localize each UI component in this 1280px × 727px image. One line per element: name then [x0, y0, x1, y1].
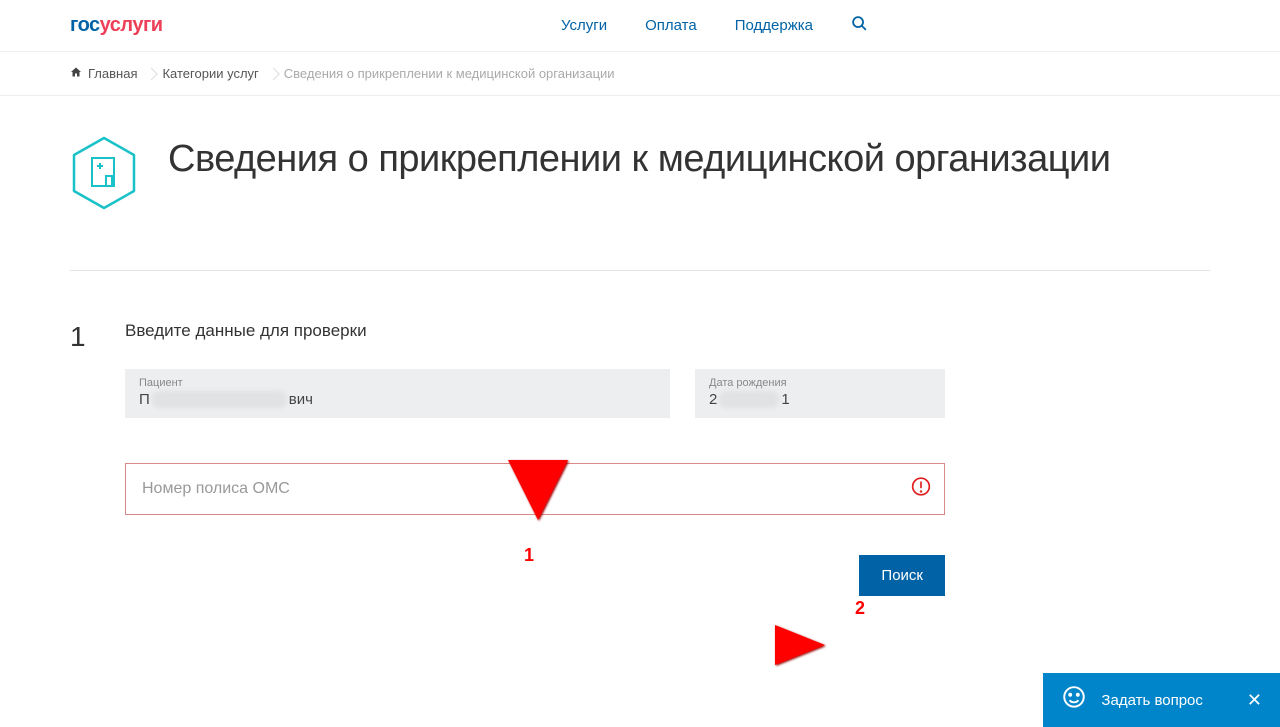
dob-field: Дата рождения 2xxxxxxxx1	[695, 369, 945, 418]
search-icon[interactable]	[851, 15, 868, 37]
dob-redacted: xxxxxxxx	[719, 391, 779, 408]
home-icon	[70, 66, 82, 81]
crumb-categories-label: Категории услуг	[162, 66, 258, 81]
crumb-categories[interactable]: Категории услуг	[162, 66, 283, 81]
button-row: Поиск	[125, 555, 945, 596]
content: Сведения о прикреплении к медицинской ор…	[0, 96, 1280, 656]
nav-payment[interactable]: Оплата	[645, 17, 697, 34]
logo[interactable]: госуслуги	[70, 14, 163, 37]
readonly-fields: Пациент Пxxxxxxxxxxxxxxxxxxвич Дата рожд…	[125, 369, 945, 418]
patient-redacted: xxxxxxxxxxxxxxxxxx	[152, 391, 287, 408]
close-icon[interactable]: ✕	[1247, 690, 1262, 711]
oms-input-wrap	[125, 463, 945, 515]
service-icon	[70, 136, 138, 210]
breadcrumbs: Главная Категории услуг Сведения о прикр…	[0, 52, 1280, 96]
crumb-current: Сведения о прикреплении к медицинской ор…	[284, 66, 640, 81]
nav-support[interactable]: Поддержка	[735, 17, 813, 34]
step-title: Введите данные для проверки	[125, 321, 945, 341]
logo-part-gos: гос	[70, 14, 100, 36]
dob-suffix: 1	[781, 391, 789, 408]
nav-services[interactable]: Услуги	[561, 17, 607, 34]
step-1: 1 Введите данные для проверки Пациент Пx…	[70, 321, 1210, 596]
crumb-current-label: Сведения о прикреплении к медицинской ор…	[284, 66, 615, 81]
dob-label: Дата рождения	[709, 377, 931, 389]
error-icon	[911, 477, 931, 502]
crumb-home-label: Главная	[88, 66, 137, 81]
search-button[interactable]: Поиск	[859, 555, 945, 596]
ask-question-label: Задать вопрос	[1101, 692, 1202, 709]
patient-suffix: вич	[289, 391, 313, 408]
logo-part-uslugi: услуги	[100, 14, 163, 36]
patient-value: Пxxxxxxxxxxxxxxxxxxвич	[139, 391, 656, 408]
dob-prefix: 2	[709, 391, 717, 408]
oms-input[interactable]	[125, 463, 945, 515]
divider	[70, 270, 1210, 271]
dob-value: 2xxxxxxxx1	[709, 391, 931, 408]
patient-field: Пациент Пxxxxxxxxxxxxxxxxxxвич	[125, 369, 670, 418]
patient-label: Пациент	[139, 377, 656, 389]
crumb-home[interactable]: Главная	[70, 66, 162, 81]
page-title: Сведения о прикреплении к медицинской ор…	[168, 136, 1110, 184]
patient-prefix: П	[139, 391, 150, 408]
ask-question-widget[interactable]: Задать вопрос ✕	[1043, 673, 1280, 727]
step-number: 1	[70, 321, 90, 353]
chat-icon	[1061, 685, 1087, 715]
main-nav: Услуги Оплата Поддержка	[561, 15, 868, 37]
topbar: госуслуги Услуги Оплата Поддержка .	[0, 0, 1280, 52]
title-row: Сведения о прикреплении к медицинской ор…	[70, 136, 1210, 210]
